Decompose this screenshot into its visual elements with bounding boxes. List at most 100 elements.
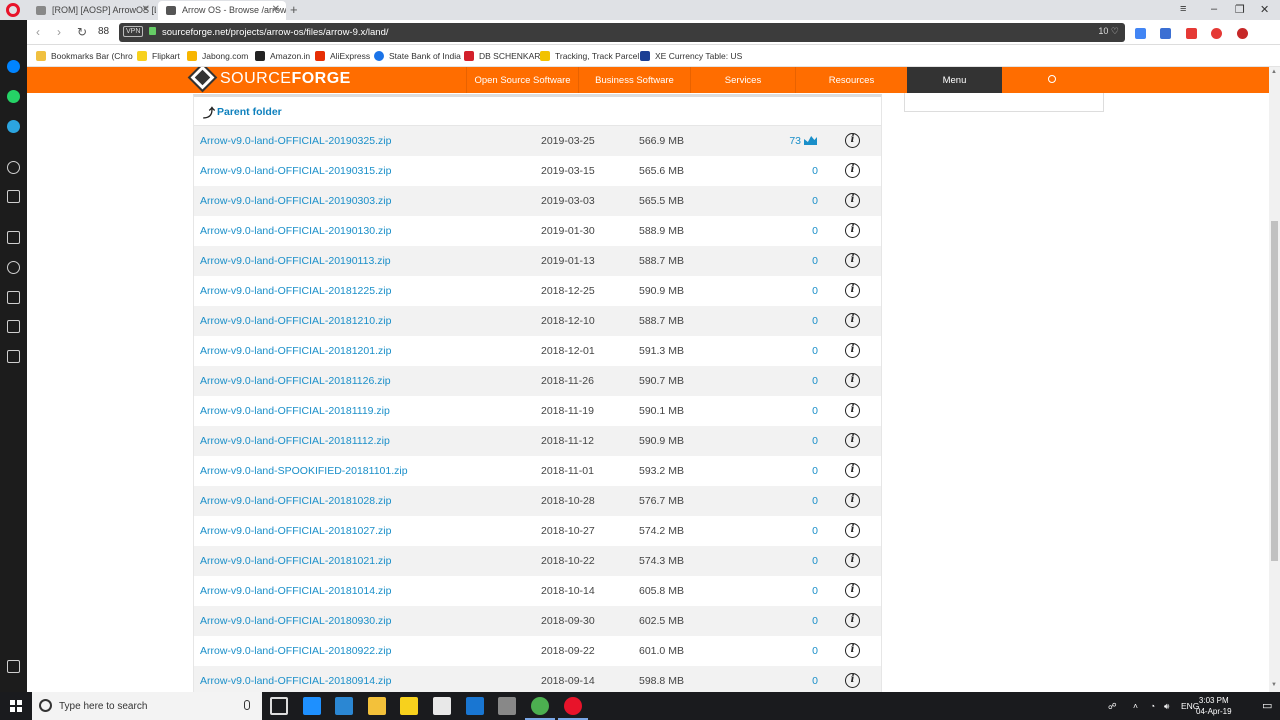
file-downloads[interactable]: 0 xyxy=(812,675,818,687)
bookmark-db-schenkar[interactable]: DB SCHENKAR xyxy=(464,51,540,61)
url-field[interactable]: VPN sourceforge.net/projects/arrow-os/fi… xyxy=(119,23,1125,42)
file-info-icon[interactable]: i xyxy=(845,583,860,598)
speed-dial-count[interactable]: 88 xyxy=(98,26,109,37)
file-downloads[interactable]: 0 xyxy=(812,225,818,237)
bookmark-aliexpress[interactable]: AliExpress xyxy=(315,51,370,61)
file-info-icon[interactable]: i xyxy=(845,193,860,208)
bookmark-xe-currency[interactable]: XE Currency Table: US xyxy=(640,51,742,61)
volume-icon[interactable]: 🔊︎ xyxy=(1164,701,1169,712)
tab-close-icon[interactable]: ✕ xyxy=(272,4,280,15)
file-downloads[interactable]: 0 xyxy=(812,405,818,417)
file-name-link[interactable]: Arrow-v9.0-land-OFFICIAL-20190303.zip xyxy=(200,195,391,207)
translate-alt-icon[interactable] xyxy=(1160,28,1172,39)
news-icon[interactable] xyxy=(7,291,20,304)
file-downloads[interactable]: 0 xyxy=(812,555,818,567)
parent-folder-link[interactable]: Parent folder xyxy=(217,106,282,118)
nav-search-button[interactable] xyxy=(1002,67,1102,93)
people-icon[interactable]: ☍ xyxy=(1108,701,1117,712)
file-info-icon[interactable]: i xyxy=(845,133,860,148)
file-downloads[interactable]: 0 xyxy=(812,585,818,597)
file-downloads[interactable]: 0 xyxy=(812,375,818,387)
extension-red-icon[interactable] xyxy=(1185,28,1197,39)
new-tab-plus-icon[interactable]: + xyxy=(290,2,298,17)
url-text[interactable]: sourceforge.net/projects/arrow-os/files/… xyxy=(162,27,389,38)
edge-icon[interactable] xyxy=(303,697,321,715)
tab-close-icon[interactable]: ✕ xyxy=(142,4,150,15)
file-info-icon[interactable]: i xyxy=(845,313,860,328)
file-name-link[interactable]: Arrow-v9.0-land-SPOOKIFIED-20181101.zip xyxy=(200,465,408,477)
file-info-icon[interactable]: i xyxy=(845,223,860,238)
bookmark-bar-folder[interactable]: Bookmarks Bar (Chro xyxy=(36,51,133,61)
heart-icon[interactable] xyxy=(7,261,20,274)
scrollbar-thumb[interactable] xyxy=(1271,221,1278,561)
file-info-icon[interactable]: i xyxy=(845,673,860,688)
sourceforge-logo[interactable]: SOURCEFORGE xyxy=(187,67,351,93)
file-name-link[interactable]: Arrow-v9.0-land-OFFICIAL-20181126.zip xyxy=(200,375,391,387)
file-info-icon[interactable]: i xyxy=(845,643,860,658)
nav-resources[interactable]: Resources xyxy=(795,67,907,93)
file-downloads[interactable]: 0 xyxy=(812,525,818,537)
reload-icon[interactable]: ↻ xyxy=(77,25,87,39)
opera-logo-icon[interactable] xyxy=(6,3,20,17)
bookmark-jabong[interactable]: Jabong.com xyxy=(187,51,248,61)
file-name-link[interactable]: Arrow-v9.0-land-OFFICIAL-20181225.zip xyxy=(200,285,391,297)
download-icon[interactable] xyxy=(7,320,20,333)
speed-dial-icon[interactable] xyxy=(7,231,20,244)
tab-menu-icon[interactable]: ≡ xyxy=(1180,3,1186,15)
opera-ext-icon[interactable] xyxy=(1211,28,1223,39)
file-downloads[interactable]: 0 xyxy=(812,645,818,657)
file-info-icon[interactable]: i xyxy=(845,523,860,538)
file-info-icon[interactable]: i xyxy=(845,283,860,298)
task-view-icon[interactable] xyxy=(270,697,288,715)
restore-icon[interactable]: ❐ xyxy=(1235,3,1245,16)
windows-start-icon[interactable] xyxy=(10,700,22,712)
nav-business-software[interactable]: Business Software xyxy=(578,67,690,93)
file-downloads[interactable]: 0 xyxy=(812,315,818,327)
microphone-icon[interactable] xyxy=(244,700,250,710)
forward-icon[interactable]: › xyxy=(57,25,61,39)
sticky-notes-icon[interactable] xyxy=(400,697,418,715)
file-info-icon[interactable]: i xyxy=(845,403,860,418)
minimize-icon[interactable]: – xyxy=(1211,3,1217,15)
download-stats-chart-icon[interactable] xyxy=(804,136,817,145)
bookmark-tracking[interactable]: Tracking, Track Parcel xyxy=(540,51,639,61)
heart-icon[interactable]: ♡ xyxy=(1111,26,1119,36)
bookmark-flipkart[interactable]: Flipkart xyxy=(137,51,180,61)
file-explorer-icon[interactable] xyxy=(368,697,386,715)
taskbar-clock[interactable]: 3:03 PM 04-Apr-19 xyxy=(1196,695,1232,717)
adblock-icon[interactable] xyxy=(1236,28,1248,39)
vpn-badge[interactable]: VPN xyxy=(123,26,144,37)
file-downloads[interactable]: 0 xyxy=(812,195,818,207)
file-info-icon[interactable]: i xyxy=(845,553,860,568)
internet-explorer-icon[interactable] xyxy=(335,697,353,715)
search-icon[interactable] xyxy=(7,161,20,174)
back-icon[interactable]: ‹ xyxy=(36,25,40,39)
file-name-link[interactable]: Arrow-v9.0-land-OFFICIAL-20181119.zip xyxy=(200,405,390,417)
scroll-up-icon[interactable]: ▲ xyxy=(1271,69,1277,75)
translate-icon[interactable] xyxy=(1135,28,1146,39)
file-downloads[interactable]: 0 xyxy=(812,345,818,357)
file-name-link[interactable]: Arrow-v9.0-land-OFFICIAL-20181210.zip xyxy=(200,315,391,327)
extensions-cube-icon[interactable] xyxy=(7,350,20,363)
scroll-down-icon[interactable]: ▼ xyxy=(1271,682,1277,688)
file-info-icon[interactable]: i xyxy=(845,493,860,508)
file-name-link[interactable]: Arrow-v9.0-land-OFFICIAL-20190315.zip xyxy=(200,165,391,177)
file-name-link[interactable]: Arrow-v9.0-land-OFFICIAL-20190325.zip xyxy=(200,135,391,147)
camera-icon[interactable] xyxy=(7,190,20,203)
file-name-link[interactable]: Arrow-v9.0-land-OFFICIAL-20181028.zip xyxy=(200,495,391,507)
file-downloads[interactable]: 0 xyxy=(812,165,818,177)
nav-menu[interactable]: Menu xyxy=(907,67,1002,93)
opera-taskbar-icon[interactable] xyxy=(558,697,588,720)
tab-arrowos-forum[interactable]: [ROM] [AOSP] ArrowOS [L ✕ xyxy=(28,1,156,20)
sidebar-toggle-icon[interactable] xyxy=(7,660,20,673)
chrome-icon[interactable] xyxy=(525,697,555,720)
notifications-icon[interactable]: ▭ xyxy=(1262,699,1272,712)
mail-icon[interactable] xyxy=(433,697,451,715)
page-scrollbar[interactable]: ▲ ▼ xyxy=(1269,67,1280,692)
file-info-icon[interactable]: i xyxy=(845,343,860,358)
file-name-link[interactable]: Arrow-v9.0-land-OFFICIAL-20181021.zip xyxy=(200,555,391,567)
file-downloads[interactable]: 0 xyxy=(812,465,818,477)
file-downloads[interactable]: 0 xyxy=(812,615,818,627)
file-name-link[interactable]: Arrow-v9.0-land-OFFICIAL-20180922.zip xyxy=(200,645,391,657)
window-close-icon[interactable]: ✕ xyxy=(1260,3,1269,16)
